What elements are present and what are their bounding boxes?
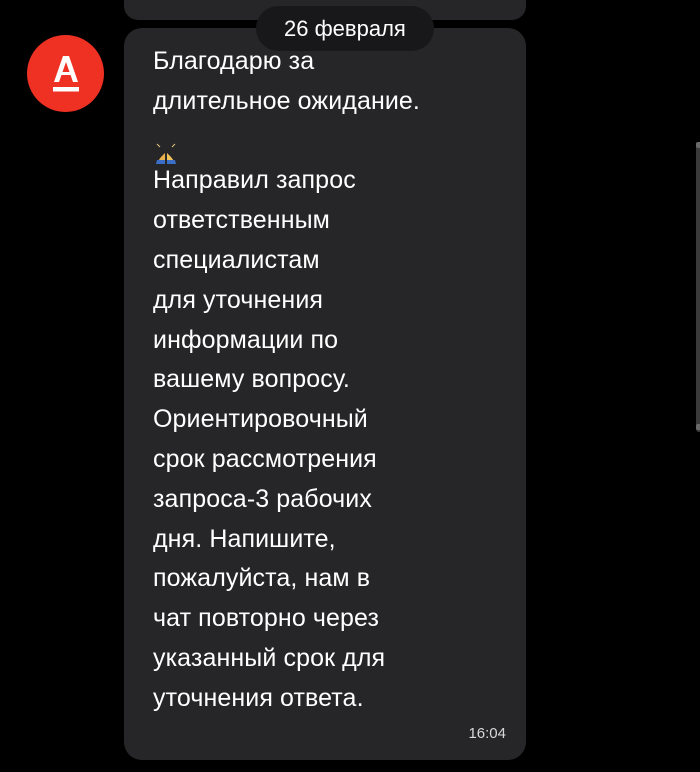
message-text-part-2: Направил запрос ответственным специалист… <box>153 166 386 712</box>
date-separator: 26 февраля <box>256 6 434 51</box>
folded-hands-emoji-icon <box>156 140 176 164</box>
message-time: 16:04 <box>468 725 506 742</box>
alfa-logo-icon <box>52 55 79 91</box>
message-text: Благодарю за длительное ожидание. Направ… <box>153 42 513 719</box>
scroll-edge-indicator <box>696 142 700 432</box>
message-text-part-1: Благодарю за длительное ожидание. <box>153 47 420 115</box>
message-bubble[interactable]: Благодарю за длительное ожидание. Направ… <box>124 28 526 760</box>
sender-avatar[interactable] <box>27 35 104 112</box>
edge-dot-icon <box>696 142 700 148</box>
edge-dot-icon <box>696 424 700 430</box>
